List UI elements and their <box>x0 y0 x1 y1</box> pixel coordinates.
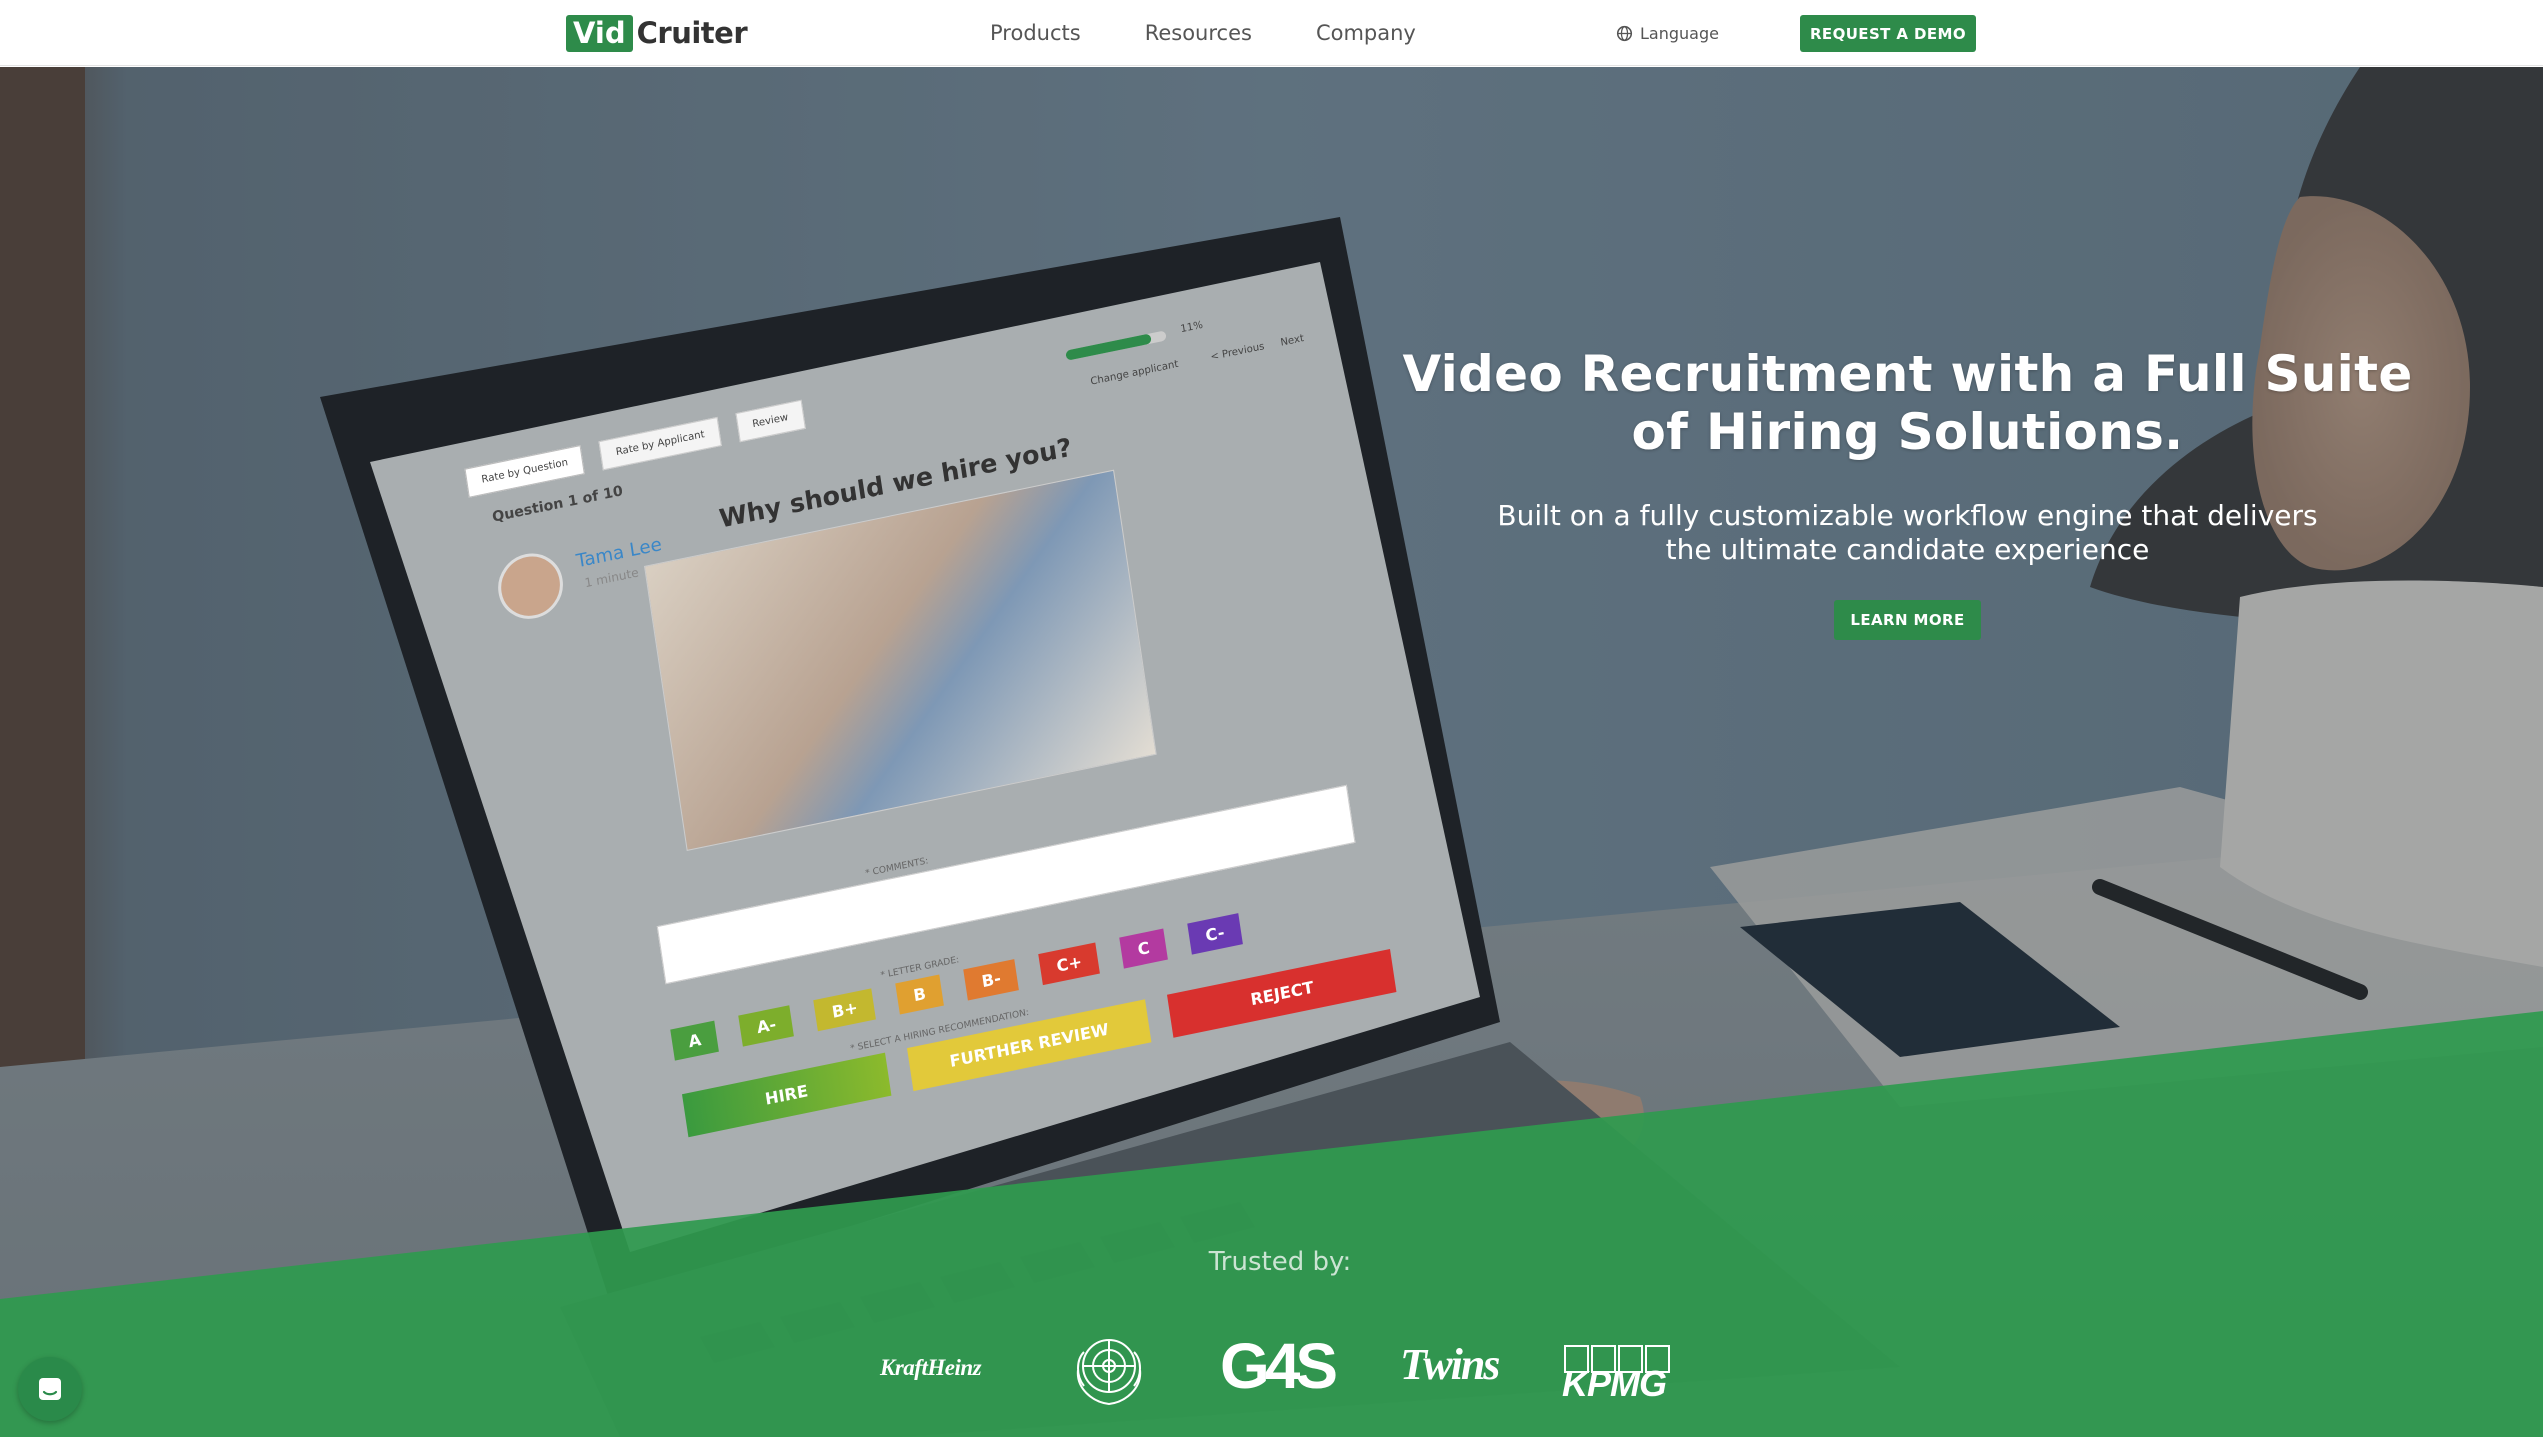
tab-rate-by-applicant[interactable]: Rate by Applicant <box>598 416 722 471</box>
logo-cruiter: Cruiter <box>636 16 748 50</box>
grade-b-minus-button[interactable]: B- <box>963 959 1019 1001</box>
grade-c-plus-button[interactable]: C+ <box>1038 942 1101 986</box>
tab-rate-by-question[interactable]: Rate by Question <box>464 444 586 498</box>
grade-c-button[interactable]: C <box>1119 928 1168 969</box>
hero-subtitle: Built on a fully customizable workflow e… <box>1497 499 2318 566</box>
grade-a-button[interactable]: A <box>670 1020 720 1061</box>
tab-review[interactable]: Review <box>735 399 806 443</box>
learn-more-button[interactable]: LEARN MORE <box>1834 600 1981 640</box>
hero-section: Rate by Question Rate by Applicant Revie… <box>0 67 2543 1437</box>
further-review-button[interactable]: FURTHER REVIEW <box>906 999 1152 1092</box>
question-counter: Question 1 of 10 <box>491 482 624 526</box>
grade-a-minus-button[interactable]: A- <box>738 1005 795 1047</box>
reject-button[interactable]: REJECT <box>1167 949 1397 1038</box>
globe-icon <box>1616 25 1633 41</box>
progress-bar <box>1065 330 1167 361</box>
logo-vid: Vid <box>566 14 633 52</box>
chat-icon <box>39 1378 61 1400</box>
hero-copy: Video Recruitment with a Full Suite of H… <box>1400 345 2415 640</box>
g4s-logo: G4S <box>1220 1330 1338 1402</box>
trusted-by-label: Trusted by: <box>1208 1247 1352 1277</box>
kraftheinz-logo: KraftHeinz <box>880 1355 982 1380</box>
vidcruiter-logo[interactable]: Vid Cruiter <box>566 14 748 52</box>
nav-resources[interactable]: Resources <box>1145 21 1252 45</box>
hero-title: Video Recruitment with a Full Suite of H… <box>1402 345 2413 461</box>
grade-b-button[interactable]: B <box>895 974 945 1015</box>
progress-label: 11% <box>1179 319 1204 336</box>
nav-products[interactable]: Products <box>990 21 1081 45</box>
grade-b-plus-button[interactable]: B+ <box>813 988 876 1032</box>
language-label: Language <box>1640 23 1719 43</box>
language-selector[interactable]: Language <box>1616 0 1719 66</box>
twins-logo: Twins <box>1400 1340 1500 1389</box>
candidate-avatar <box>493 547 568 625</box>
previous-link[interactable]: < Previous <box>1210 341 1265 363</box>
hire-button[interactable]: HIRE <box>682 1052 892 1138</box>
kpmg-logo: KPMG <box>1562 1345 1674 1405</box>
grade-c-minus-button[interactable]: C- <box>1187 913 1243 955</box>
change-applicant-link[interactable]: Change applicant <box>1090 359 1179 388</box>
united-nations-logo <box>1076 1339 1142 1406</box>
nav-links: Products Resources Company <box>990 0 1480 66</box>
nav-company[interactable]: Company <box>1316 21 1416 45</box>
next-link[interactable]: Next <box>1280 333 1305 349</box>
chat-launcher-button[interactable] <box>18 1357 82 1421</box>
request-demo-button[interactable]: REQUEST A DEMO <box>1800 15 1976 52</box>
client-logos: KraftHeinz G4S Twins KPMG <box>870 1325 1690 1415</box>
top-navigation: Vid Cruiter Products Resources Company L… <box>0 0 2543 66</box>
